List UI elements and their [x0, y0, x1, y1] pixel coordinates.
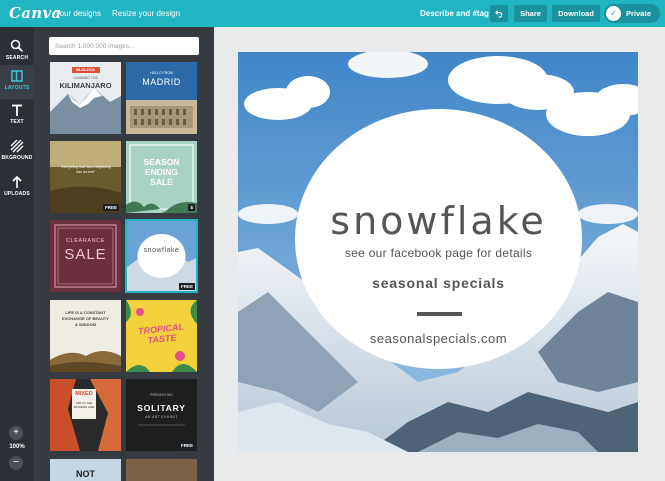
thumb-title: MIXED — [75, 391, 93, 397]
rail-label: LAYOUTS — [4, 85, 30, 91]
search-icon — [10, 39, 24, 53]
thumb-title: snowflake — [143, 247, 180, 254]
undo-button[interactable] — [490, 5, 508, 22]
thumb-subtitle: AN ART EXHIBIT — [145, 415, 178, 419]
thumb-title: NOT — [76, 469, 95, 479]
download-button[interactable]: Download — [552, 5, 600, 22]
your-designs-link[interactable]: Your designs — [55, 9, 101, 18]
layouts-icon — [11, 70, 23, 82]
design-title[interactable]: snowflake — [295, 199, 582, 243]
design-subtitle[interactable]: see our facebook page for details — [295, 246, 582, 260]
rail-label: UPLOADS — [4, 191, 30, 197]
layout-thumb-not[interactable]: NOT — [50, 459, 121, 481]
layouts-panel: 08.28.2016 CLIMBING THE KILIMANJARO HELL… — [34, 27, 214, 481]
zoom-level: 100% — [9, 444, 25, 450]
thumb-title: LIFE IS A CONSTANT EXCHANGE OF BEAUTY & … — [62, 310, 109, 327]
rail-label: BKGROUND — [1, 155, 33, 161]
layout-thumb-snowflake[interactable]: snowflake FREE — [125, 219, 198, 293]
resize-design-link[interactable]: Resize your design — [112, 9, 180, 18]
text-circle[interactable]: snowflake see our facebook page for deta… — [295, 109, 582, 369]
zoom-out-button[interactable]: − — [9, 456, 23, 470]
layout-thumb-kilimanjaro[interactable]: 08.28.2016 CLIMBING THE KILIMANJARO — [50, 62, 121, 134]
thumb-title: SEASON ENDING SALE — [143, 157, 180, 187]
rail-item-search[interactable]: SEARCH — [0, 35, 34, 69]
rail-item-background[interactable]: BKGROUND — [0, 135, 34, 169]
thumb-small-text: HELLO FROM — [150, 71, 173, 75]
snowflake-thumbnail — [126, 220, 197, 292]
layout-thumb-clearance-sale[interactable]: CLEARANCE SALE — [50, 220, 121, 292]
design-url[interactable]: seasonalspecials.com — [295, 331, 582, 346]
image-search-input[interactable] — [49, 37, 199, 55]
partial-thumbnail — [126, 459, 197, 481]
privacy-toggle[interactable]: ✓ Private — [604, 4, 660, 23]
share-button[interactable]: Share — [514, 5, 547, 22]
mixed-art-thumbnail — [50, 379, 121, 451]
thumb-date: 08.28.2016 — [75, 68, 95, 72]
upload-icon — [12, 175, 22, 188]
zoom-in-button[interactable]: + — [9, 426, 23, 440]
rail-label: TEXT — [10, 119, 24, 125]
divider-bar[interactable] — [417, 312, 462, 316]
thumb-small-text: ART IN THE MODERN AGE — [73, 401, 95, 409]
thumb-small-text: CLIMBING THE — [73, 76, 98, 80]
free-badge: FREE — [178, 442, 195, 449]
rail-item-text[interactable]: TEXT — [0, 99, 34, 133]
undo-icon — [494, 10, 502, 18]
rail-item-layouts[interactable]: LAYOUTS — [0, 65, 34, 99]
side-rail: SEARCH LAYOUTS TEXT BKGROUND UPLOADS + 1… — [0, 27, 34, 481]
rail-label: SEARCH — [5, 55, 29, 61]
thumb-title: KILIMANJARO — [59, 81, 112, 90]
field-thumbnail — [50, 141, 121, 213]
free-badge: FREE — [178, 283, 195, 290]
thumb-title: "Everything that has a beginning has an … — [60, 165, 111, 174]
paid-badge: $ — [188, 204, 195, 211]
free-badge: FREE — [102, 204, 119, 211]
layout-thumb-season-sale[interactable]: SEASON ENDING SALE $ — [126, 141, 197, 213]
design-canvas-area: snowflake see our facebook page for deta… — [214, 27, 665, 481]
rail-item-uploads[interactable]: UPLOADS — [0, 171, 34, 205]
layout-thumb-tropical-taste[interactable]: TROPICAL TASTE — [126, 300, 197, 372]
thumb-small-text: PRESENTING — [150, 393, 173, 397]
top-bar: Canva Your designs Resize your design De… — [0, 0, 665, 27]
layout-thumb-mixed-art[interactable]: MIXED ART IN THE MODERN AGE — [50, 379, 121, 451]
thumb-title: SOLITARY — [137, 403, 186, 413]
layout-thumb-madrid[interactable]: HELLO FROM MADRID — [126, 62, 197, 134]
layout-thumb-partial[interactable] — [126, 459, 197, 481]
design-page[interactable]: snowflake see our facebook page for deta… — [238, 52, 638, 452]
check-icon: ✓ — [606, 6, 621, 21]
privacy-label: Private — [626, 9, 652, 18]
layout-thumb-life-exchange[interactable]: LIFE IS A CONSTANT EXCHANGE OF BEAUTY & … — [50, 300, 121, 372]
thumb-title: MADRID — [142, 77, 181, 87]
describe-tag-button[interactable]: Describe and #tag — [420, 9, 489, 18]
thumb-title: SALE — [64, 246, 107, 263]
background-icon — [10, 139, 24, 153]
thumb-small-text: CLEARANCE — [65, 238, 106, 244]
layout-thumb-quote[interactable]: "Everything that has a beginning has an … — [50, 141, 121, 213]
text-icon — [12, 104, 22, 116]
canva-logo[interactable]: Canva — [9, 4, 62, 22]
mountain-thumbnail — [50, 62, 121, 134]
layout-thumb-solitary[interactable]: PRESENTING SOLITARY AN ART EXHIBIT FREE — [126, 379, 197, 451]
design-specials[interactable]: seasonal specials — [295, 275, 582, 291]
